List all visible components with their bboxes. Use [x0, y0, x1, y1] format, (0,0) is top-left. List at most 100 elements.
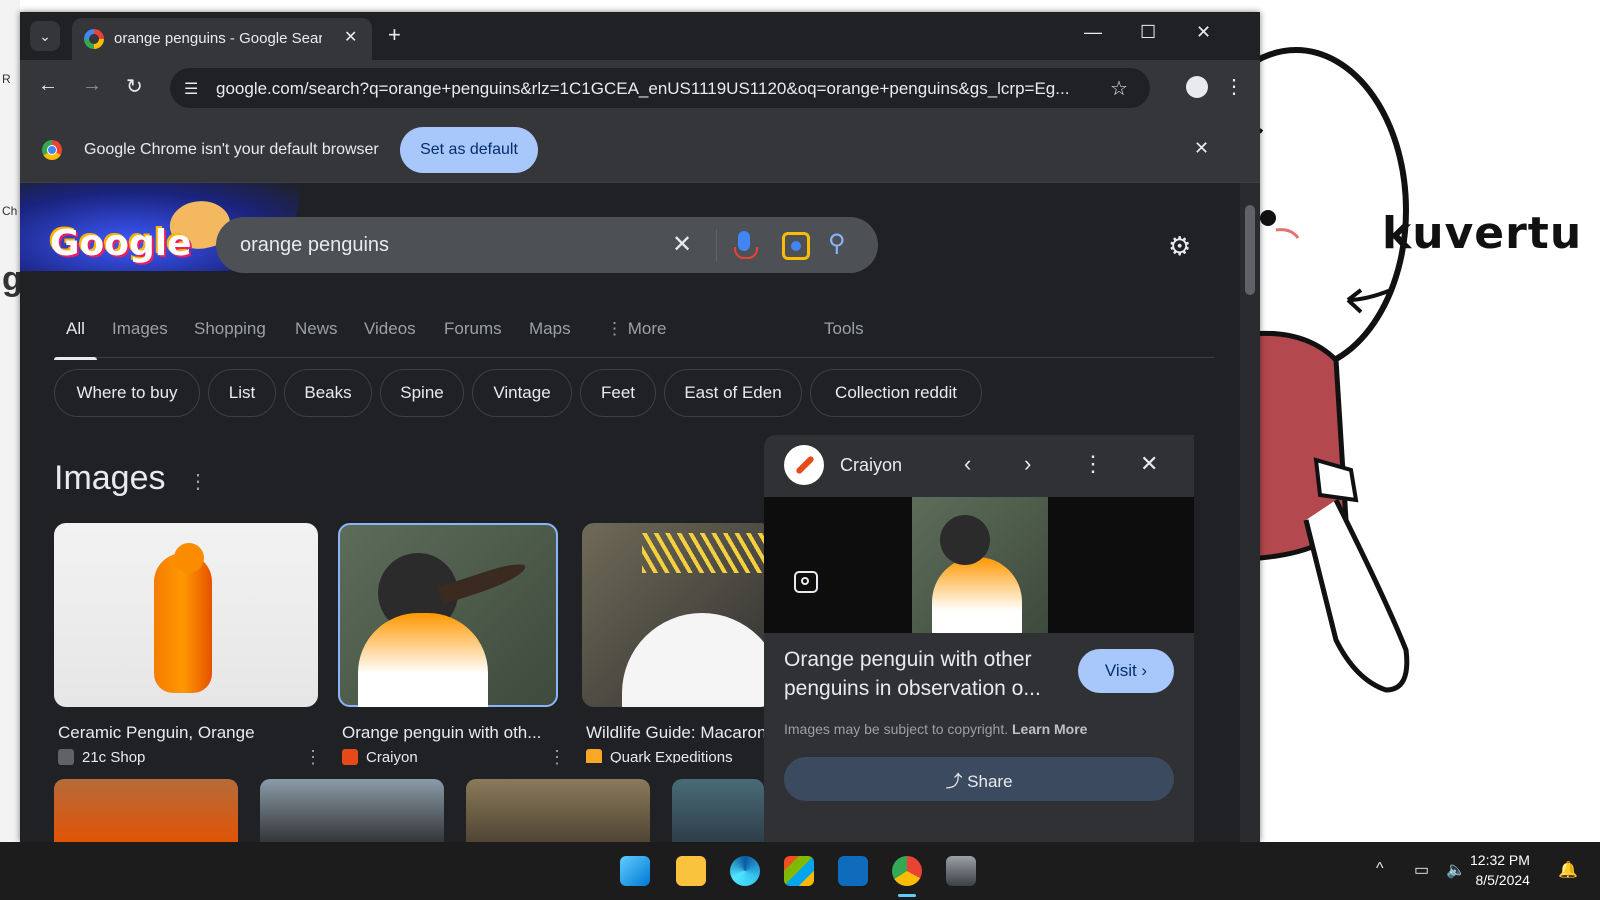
show-hidden-icons-chevron-icon[interactable]: ^	[1376, 860, 1384, 878]
image-source[interactable]: 21c Shop	[58, 749, 145, 766]
desktop-wallpaper	[1236, 0, 1600, 842]
tab-search-button[interactable]: ⌄	[30, 21, 60, 51]
image-source[interactable]: Craiyon	[342, 749, 418, 766]
reload-button[interactable]: ↻	[126, 74, 143, 99]
set-as-default-button[interactable]: Set as default	[400, 127, 538, 173]
search-results-page: Google orange penguins ✕ ⚲ ⚙ All Images …	[20, 183, 1240, 842]
tab-close-icon[interactable]: ✕	[344, 27, 357, 47]
chip-east-of-eden[interactable]: East of Eden	[664, 369, 802, 417]
forward-button[interactable]: →	[82, 74, 102, 97]
system-clock[interactable]: 12:32 PM 8/5/2024	[1470, 850, 1530, 890]
tab-videos[interactable]: Videos	[364, 319, 416, 339]
image-result[interactable]: Wildlife Guide: Macaroni Quark Expeditio…	[582, 523, 772, 763]
prev-image-icon[interactable]: ‹	[964, 451, 971, 477]
voice-search-mic-icon[interactable]	[734, 231, 758, 259]
app-taskbar-icon[interactable]	[946, 856, 976, 886]
panel-title[interactable]: Orange penguin with other penguins in ob…	[784, 645, 1074, 703]
chrome-taskbar-icon[interactable]	[892, 856, 922, 886]
search-nav-tabs: All Images Shopping News Videos Forums M…	[54, 305, 1214, 360]
tab-images[interactable]: Images	[112, 319, 168, 339]
image-caption[interactable]: Wildlife Guide: Macaroni	[586, 723, 770, 743]
image-thumbnail[interactable]	[338, 523, 558, 707]
chip-feet[interactable]: Feet	[580, 369, 656, 417]
lens-search-icon[interactable]	[794, 571, 818, 593]
image-thumbnail[interactable]	[260, 779, 444, 842]
page-scrollbar[interactable]	[1240, 183, 1260, 842]
outlook-icon[interactable]	[838, 856, 868, 886]
tab-title: orange penguins - Google Search	[114, 30, 322, 47]
panel-menu-icon[interactable]: ⋮	[1082, 451, 1104, 477]
image-caption[interactable]: Orange penguin with oth...	[342, 723, 541, 743]
address-bar[interactable]: ☰ google.com/search?q=orange+penguins&rl…	[170, 68, 1150, 108]
craiyon-logo-icon	[784, 445, 824, 485]
active-app-indicator	[898, 894, 916, 897]
clear-search-icon[interactable]: ✕	[672, 230, 692, 259]
search-magnifier-icon[interactable]: ⚲	[828, 229, 846, 258]
preview-image[interactable]	[912, 497, 1048, 633]
notifications-bell-icon[interactable]: 🔔	[1558, 860, 1578, 880]
tab-forums[interactable]: Forums	[444, 319, 502, 339]
browser-toolbar: ← → ↻ ☰ google.com/search?q=orange+pengu…	[20, 60, 1260, 116]
maximize-button[interactable]: ☐	[1140, 22, 1156, 43]
chip-beaks[interactable]: Beaks	[284, 369, 372, 417]
back-button[interactable]: ←	[38, 74, 58, 97]
image-caption[interactable]: Ceramic Penguin, Orange	[58, 723, 255, 743]
scrollbar-thumb[interactable]	[1245, 205, 1255, 295]
chip-spine[interactable]: Spine	[380, 369, 464, 417]
microsoft-store-icon[interactable]	[784, 856, 814, 886]
default-browser-infobar: Google Chrome isn't your default browser…	[20, 116, 1260, 183]
image-more-icon[interactable]: ⋮	[304, 747, 322, 768]
wallpaper-character-illustration	[1236, 47, 1410, 737]
image-thumbnail[interactable]	[672, 779, 764, 842]
image-more-icon[interactable]: ⋮	[548, 747, 566, 768]
image-thumbnail[interactable]	[54, 779, 238, 842]
image-thumbnail[interactable]	[466, 779, 650, 842]
tab-all[interactable]: All	[54, 319, 97, 360]
google-favicon-icon	[84, 29, 104, 49]
chip-collection-reddit[interactable]: Collection reddit	[810, 369, 982, 417]
start-windows-icon[interactable]	[620, 856, 650, 886]
panel-image-preview[interactable]	[764, 497, 1194, 633]
settings-gear-icon[interactable]: ⚙	[1168, 231, 1191, 262]
profile-avatar-icon[interactable]	[1186, 76, 1208, 98]
tab-maps[interactable]: Maps	[529, 319, 571, 339]
network-icon[interactable]: ▭	[1414, 860, 1429, 880]
infobar-close-icon[interactable]: ✕	[1194, 138, 1209, 159]
quark-favicon-icon	[586, 749, 602, 763]
chip-where-to-buy[interactable]: Where to buy	[54, 369, 200, 417]
search-divider	[716, 229, 717, 261]
url-text[interactable]: google.com/search?q=orange+penguins&rlz=…	[216, 79, 1096, 99]
chip-vintage[interactable]: Vintage	[472, 369, 572, 417]
tab-more[interactable]: ⋮ More	[606, 319, 666, 339]
tab-tools[interactable]: Tools	[824, 319, 864, 339]
google-lens-icon[interactable]	[782, 232, 810, 260]
visit-button[interactable]: Visit ›	[1078, 649, 1174, 693]
images-section-menu-icon[interactable]: ⋮	[188, 469, 208, 494]
search-input[interactable]: orange penguins	[240, 234, 389, 257]
chip-list[interactable]: List	[208, 369, 276, 417]
search-box[interactable]: orange penguins ✕ ⚲	[216, 217, 878, 273]
desktop-fragment: Ch	[2, 204, 18, 218]
volume-muted-icon[interactable]: 🔈	[1446, 860, 1466, 880]
image-thumbnail[interactable]	[582, 523, 772, 707]
next-image-icon[interactable]: ›	[1024, 451, 1031, 477]
close-window-button[interactable]: ✕	[1196, 22, 1211, 43]
chrome-menu-button[interactable]: ⋮	[1224, 74, 1244, 99]
image-thumbnail[interactable]	[54, 523, 318, 707]
tab-shopping[interactable]: Shopping	[194, 319, 266, 339]
share-button[interactable]: ⤴ Share	[784, 757, 1174, 801]
site-info-icon[interactable]: ☰	[184, 79, 198, 99]
panel-source-name[interactable]: Craiyon	[840, 455, 902, 476]
desktop-fragment: R	[2, 72, 11, 86]
browser-window: ⌄ orange penguins - Google Search ✕ + — …	[20, 12, 1260, 842]
bookmark-star-icon[interactable]: ☆	[1110, 76, 1128, 101]
edge-browser-icon[interactable]	[730, 856, 760, 886]
minimize-button[interactable]: —	[1084, 22, 1102, 43]
tab-news[interactable]: News	[295, 319, 338, 339]
active-tab[interactable]: orange penguins - Google Search ✕	[72, 18, 372, 60]
file-explorer-icon[interactable]	[676, 856, 706, 886]
panel-close-icon[interactable]: ✕	[1140, 451, 1158, 477]
image-source[interactable]: Quark Expeditions	[586, 749, 733, 763]
learn-more-link[interactable]: Learn More	[1012, 721, 1087, 737]
new-tab-button[interactable]: +	[388, 22, 401, 48]
